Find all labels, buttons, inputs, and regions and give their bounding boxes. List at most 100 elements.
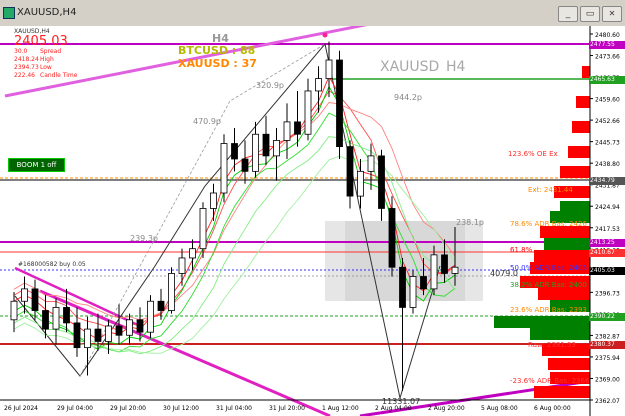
price-tick-label: 2396.73 — [595, 290, 620, 297]
candle-body — [315, 78, 322, 92]
info-row: 30.0 Spread — [14, 48, 77, 56]
candle-body — [21, 288, 28, 302]
trendline-lower — [39, 289, 331, 416]
price-tick-label: 2459.60 — [595, 97, 620, 104]
info-row: 2394.73Low — [14, 64, 77, 72]
time-tick-label: 2 Aug 20:00 — [428, 405, 465, 412]
candle-body — [283, 121, 291, 141]
candle-body — [346, 146, 354, 197]
chart-window-icon — [3, 7, 15, 19]
price-tick-label: 2424.94 — [595, 204, 620, 211]
info-value: 2418.24 — [14, 56, 39, 63]
info-value: 30.0 — [14, 48, 28, 55]
restore-button[interactable]: ▭ — [580, 6, 600, 22]
time-tick-label: 30 Jul 12:00 — [163, 405, 199, 412]
volume-bar — [544, 238, 590, 250]
price-tag: 2413.25 — [589, 239, 625, 247]
candlesticks — [10, 41, 459, 391]
current-price: 2405.03 — [14, 34, 68, 49]
fib-label: 61.8% — [510, 246, 533, 254]
price-tick-label: 2375.94 — [595, 355, 620, 362]
candle-body — [105, 325, 112, 342]
volume-bar — [572, 121, 590, 133]
candle-body — [42, 310, 49, 330]
info-value: 2394.73 — [14, 64, 39, 71]
info-label: Candle Time — [40, 72, 78, 79]
price-tag: 2434.79 — [589, 177, 625, 185]
price-tick-label: 2362.07 — [595, 398, 620, 405]
boom-indicator[interactable]: BOOM 1 off — [8, 158, 65, 172]
info-label: Low — [40, 64, 52, 71]
candle-body — [199, 208, 207, 250]
price-tag: 2477.55 — [589, 41, 625, 49]
price-tick-label: 2473.66 — [595, 54, 620, 61]
info-label: High — [40, 56, 54, 63]
time-tick-label: 29 Jul 04:00 — [57, 405, 93, 412]
time-tick-label: 5 Aug 08:00 — [481, 405, 518, 412]
volume-bar — [530, 328, 590, 340]
minimize-button[interactable]: _ — [558, 6, 578, 22]
price-tick-label: 2438.80 — [595, 161, 620, 168]
info-panel: XAUUSD,H4 2405.03 30.0 Spread 2418.24High 2… — [14, 28, 77, 80]
candle-body — [367, 155, 375, 172]
candle-body — [168, 273, 175, 311]
close-button[interactable]: ✕ — [602, 6, 622, 22]
candle-body — [241, 158, 249, 172]
price-tick-label: 2480.60 — [595, 32, 620, 39]
chart-area[interactable]: 470.9p 320.9p 944.2p 239.3p 238.1p 11331… — [0, 26, 625, 416]
candle-body — [336, 59, 343, 148]
time-tick-label: 2 Aug 04:00 — [375, 405, 412, 412]
candle-body — [63, 307, 70, 324]
price-tag: 2380.37 — [589, 341, 625, 349]
candle-body — [52, 307, 60, 330]
price-tick-label: 2369.00 — [595, 376, 620, 383]
candle-body — [157, 300, 165, 311]
price-chart[interactable]: 470.9p 320.9p 944.2p 239.3p 238.1p 11331… — [0, 26, 625, 416]
volume-bar — [494, 316, 590, 328]
watermark-timeframe: H4 — [446, 59, 466, 75]
info-row: 222.46 Candle Time — [14, 72, 77, 80]
candle-body — [262, 133, 270, 157]
info-label: Spread — [40, 48, 62, 55]
fib-label: 38.2% ADR Bas: 2400 — [510, 281, 587, 289]
candle-body — [252, 133, 259, 172]
xauusd-label: XAUUSD : 37 — [178, 57, 257, 70]
candle-body — [409, 276, 417, 308]
volume-bar — [548, 358, 590, 370]
volume-bar — [538, 288, 590, 300]
fib-label: 23.6% ADR Bas: 2393 — [510, 306, 587, 314]
price-tag: 2405.03 — [589, 267, 625, 275]
price-tag: 2390.22 — [589, 313, 625, 321]
price-tag: 2465.63 — [589, 76, 625, 84]
window-title: XAUUSD,H4 — [17, 7, 77, 18]
swing-label-2: 320.9p — [256, 81, 284, 90]
volume-bar — [560, 166, 590, 178]
time-axis: 26 Jul 2024 29 Jul 04:00 29 Jul 20:00 30 Ju… — [4, 405, 571, 412]
fib-label: -23.6% ADR Bas: 2366 — [510, 377, 590, 385]
candle-body — [178, 257, 186, 274]
fib-label: 78.6% ADR Bas: 2426 — [510, 220, 587, 228]
candle-body — [94, 328, 102, 342]
candle-body — [136, 319, 144, 333]
info-value: 222.46 — [14, 72, 35, 79]
time-tick-label: 6 Aug 00:00 — [534, 405, 571, 412]
price-tick-label: 2445.73 — [595, 140, 620, 147]
candle-body — [73, 322, 81, 349]
candle-body — [147, 300, 154, 333]
swing-label-3: 944.2p — [394, 93, 422, 102]
candle-body — [325, 59, 333, 79]
swing-label-4: 239.3p — [130, 234, 158, 243]
time-tick-label: 26 Jul 2024 — [4, 405, 38, 412]
candle-body — [399, 266, 406, 308]
price-tick-label: 2452.66 — [595, 118, 620, 125]
title-bar[interactable]: XAUUSD,H4 _ ▭ ✕ — [0, 0, 625, 26]
volume-bar — [568, 146, 590, 158]
volume-bar — [576, 96, 590, 108]
candle-body — [210, 192, 217, 209]
candle-body — [31, 288, 39, 311]
candle-body — [273, 140, 280, 157]
candle-body — [441, 254, 448, 274]
info-row: 2418.24High — [14, 56, 77, 64]
candle-body — [126, 319, 133, 336]
candle-body — [388, 208, 396, 268]
